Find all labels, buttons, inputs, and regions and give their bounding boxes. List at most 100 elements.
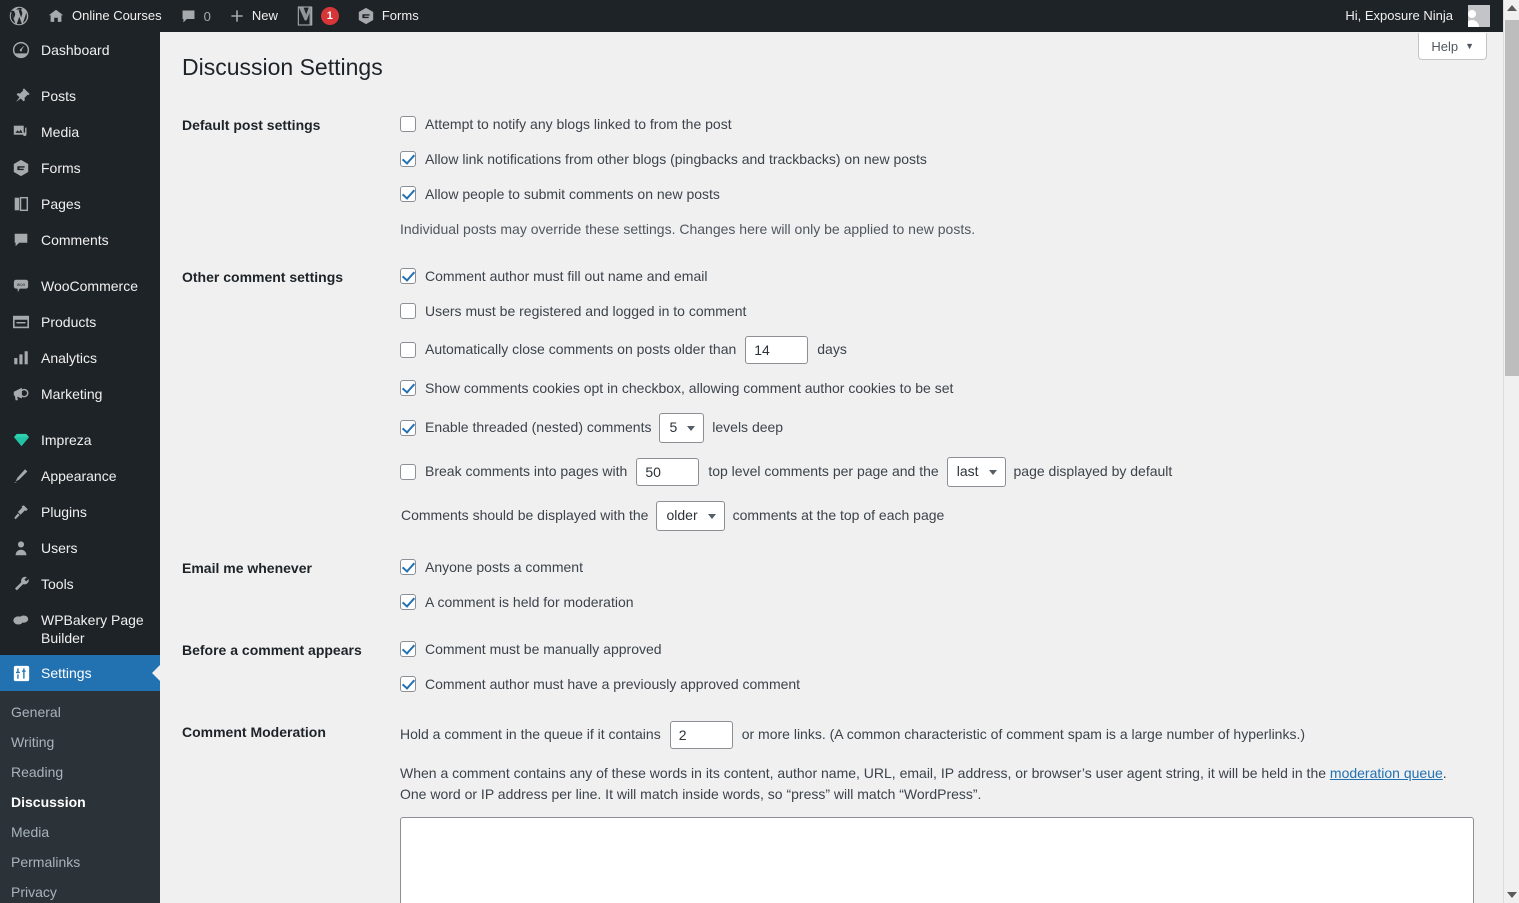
option-row[interactable]: Allow link notifications from other blog… (400, 149, 1493, 170)
yoast-seo-menu[interactable]: 1 (287, 0, 348, 32)
checkbox-comment-moderation[interactable] (400, 641, 416, 658)
option-row[interactable]: Attempt to notify any blogs linked to fr… (400, 114, 1493, 135)
row-other-comment-settings: Other comment settings Comment author mu… (160, 253, 1503, 544)
option-label[interactable]: Attempt to notify any blogs linked to fr… (425, 114, 732, 135)
paging-label-before[interactable]: Break comments into pages with (425, 461, 627, 482)
checkbox-default-comment-status[interactable] (400, 186, 416, 203)
input-comments-per-page[interactable] (636, 457, 700, 486)
option-row-auto-close[interactable]: Automatically close comments on posts ol… (400, 335, 1493, 364)
submenu-item-permalinks[interactable]: Permalinks (0, 847, 160, 877)
sidebar-item-media[interactable]: Media (0, 114, 160, 150)
new-content-menu[interactable]: New (220, 0, 287, 32)
menu-separator (0, 68, 160, 78)
sidebar-label: Pages (41, 196, 81, 212)
option-row[interactable]: Anyone posts a comment (400, 557, 1493, 578)
sidebar-label: Marketing (41, 386, 103, 402)
forms-label: Forms (381, 8, 419, 23)
checkbox-default-ping-status[interactable] (400, 116, 416, 133)
checkbox-comment-previously-approved[interactable] (400, 676, 416, 693)
option-row[interactable]: Comment must be manually approved (400, 639, 1493, 660)
impreza-icon (11, 430, 31, 450)
page-title: Discussion Settings (182, 54, 383, 80)
sidebar-item-settings[interactable]: Settings (0, 655, 160, 691)
sidebar-item-forms[interactable]: Forms (0, 150, 160, 186)
wp-logo-menu[interactable] (0, 0, 38, 32)
submenu-item-reading[interactable]: Reading (0, 757, 160, 787)
textarea-moderation-keys[interactable] (400, 816, 1474, 903)
option-label[interactable]: Comment author must fill out name and em… (425, 266, 707, 287)
checkbox-require-name-email[interactable] (400, 268, 416, 285)
help-tab-button[interactable]: Help ▼ (1418, 33, 1487, 60)
option-row[interactable]: A comment is held for moderation (400, 592, 1493, 613)
submenu-item-discussion[interactable]: Discussion (0, 787, 160, 817)
select-comment-order[interactable]: older (656, 500, 725, 531)
sidebar-item-marketing[interactable]: Marketing (0, 376, 160, 412)
marketing-icon (11, 384, 31, 404)
checkbox-moderation-notify[interactable] (400, 594, 416, 611)
sidebar-item-tools[interactable]: Tools (0, 566, 160, 602)
gravity-forms-menu[interactable]: Forms (348, 0, 428, 32)
submenu-item-general[interactable]: General (0, 697, 160, 727)
option-label[interactable]: Comment author must have a previously ap… (425, 674, 800, 695)
page-scrollbar[interactable] (1503, 0, 1519, 903)
option-row[interactable]: Comment author must have a previously ap… (400, 674, 1493, 695)
sidebar-label: Posts (41, 88, 77, 104)
option-label[interactable]: A comment is held for moderation (425, 592, 634, 613)
select-thread-comments-depth[interactable]: 5 (659, 412, 705, 443)
submenu-item-writing[interactable]: Writing (0, 727, 160, 757)
sidebar-item-impreza[interactable]: Impreza (0, 422, 160, 458)
sidebar-item-woocommerce[interactable]: woo WooCommerce (0, 268, 160, 304)
input-close-comments-days-old[interactable] (745, 335, 809, 364)
yoast-notification-badge: 1 (320, 7, 339, 25)
scroll-up-button[interactable] (1504, 0, 1519, 16)
chevron-down-icon: ▼ (1465, 40, 1474, 51)
scrollbar-thumb[interactable] (1505, 20, 1519, 376)
sidebar-item-pages[interactable]: Pages (0, 186, 160, 222)
checkbox-default-pingback-flag[interactable] (400, 151, 416, 168)
sidebar-item-appearance[interactable]: Appearance (0, 458, 160, 494)
moderation-keys-description: When a comment contains any of these wor… (400, 763, 1475, 805)
sidebar-item-comments[interactable]: Comments (0, 222, 160, 258)
checkbox-close-comments-for-old-posts[interactable] (400, 341, 416, 358)
sidebar-item-users[interactable]: Users (0, 530, 160, 566)
option-row-paging[interactable]: Break comments into pages with top level… (400, 456, 1493, 487)
threaded-label-before[interactable]: Enable threaded (nested) comments (425, 417, 651, 438)
sidebar-item-dashboard[interactable]: Dashboard (0, 32, 160, 68)
checkbox-page-comments[interactable] (400, 463, 416, 480)
sidebar-item-products[interactable]: Products (0, 304, 160, 340)
checkbox-show-comments-cookies-opt-in[interactable] (400, 380, 416, 397)
scroll-down-button[interactable] (1504, 887, 1519, 903)
option-label[interactable]: Allow link notifications from other blog… (425, 149, 927, 170)
option-row[interactable]: Users must be registered and logged in t… (400, 301, 1493, 322)
option-row-order[interactable]: Comments should be displayed with the ol… (401, 500, 1493, 531)
sidebar-item-posts[interactable]: Posts (0, 78, 160, 114)
submenu-item-privacy[interactable]: Privacy (0, 877, 160, 903)
option-label[interactable]: Comment must be manually approved (425, 639, 662, 660)
checkbox-comment-registration[interactable] (400, 303, 416, 320)
option-row[interactable]: Comment author must fill out name and em… (400, 266, 1493, 287)
comments-bubble[interactable]: 0 (171, 0, 220, 32)
option-row-threaded[interactable]: Enable threaded (nested) comments 5 leve… (400, 412, 1493, 443)
option-row[interactable]: Show comments cookies opt in checkbox, a… (400, 378, 1493, 399)
sidebar-label: Settings (41, 665, 92, 681)
option-row[interactable]: Allow people to submit comments on new p… (400, 184, 1493, 205)
option-label[interactable]: Anyone posts a comment (425, 557, 583, 578)
sidebar-item-analytics[interactable]: Analytics (0, 340, 160, 376)
my-account-menu[interactable]: Hi, Exposure Ninja (1336, 0, 1499, 32)
auto-close-label-before[interactable]: Automatically close comments on posts ol… (425, 339, 736, 360)
option-label[interactable]: Show comments cookies opt in checkbox, a… (425, 378, 953, 399)
woocommerce-icon: woo (11, 276, 31, 296)
select-default-comments-page[interactable]: last (946, 456, 1006, 487)
moderation-queue-link[interactable]: moderation queue (1330, 765, 1443, 781)
option-label[interactable]: Users must be registered and logged in t… (425, 301, 746, 322)
checkbox-thread-comments[interactable] (400, 419, 416, 436)
analytics-icon (11, 348, 31, 368)
input-comment-max-links[interactable] (669, 720, 733, 749)
sidebar-item-wpbakery-page-builder[interactable]: WPBakery Page Builder (0, 602, 160, 655)
checkbox-comments-notify[interactable] (400, 559, 416, 576)
site-name-menu[interactable]: Online Courses (38, 0, 171, 32)
hold-label-before: Hold a comment in the queue if it contai… (400, 726, 661, 743)
option-label[interactable]: Allow people to submit comments on new p… (425, 184, 720, 205)
sidebar-item-plugins[interactable]: Plugins (0, 494, 160, 530)
submenu-item-media[interactable]: Media (0, 817, 160, 847)
